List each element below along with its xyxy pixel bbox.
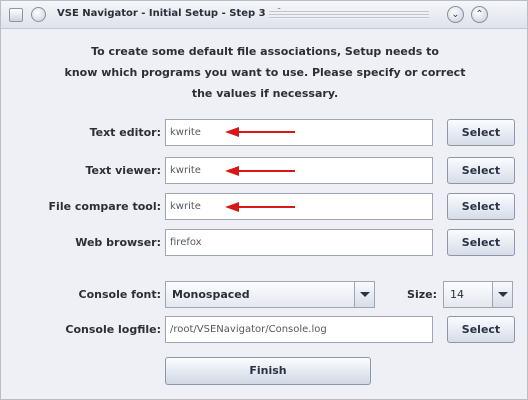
text-editor-select-button[interactable]: Select	[447, 119, 515, 146]
text-editor-label: Text editor:	[89, 126, 161, 139]
text-editor-field[interactable]	[165, 119, 433, 146]
file-compare-select-button[interactable]: Select	[447, 193, 515, 220]
annotation-arrow	[225, 166, 297, 176]
instructions-line: the values if necessary.	[191, 87, 339, 100]
instructions-text: To create some default file associations…	[41, 41, 489, 104]
instructions-line: know which programs you want to use. Ple…	[64, 66, 466, 79]
chevron-down-icon[interactable]	[492, 282, 512, 307]
console-logfile-label: Console logfile:	[65, 323, 161, 336]
console-font-value: Monospaced	[172, 288, 250, 301]
window-menu-icon[interactable]	[9, 8, 23, 22]
file-compare-field[interactable]	[165, 193, 433, 220]
console-font-label: Console font:	[78, 288, 161, 301]
annotation-arrow	[225, 127, 297, 137]
text-viewer-label: Text viewer:	[85, 164, 161, 177]
web-browser-select-button[interactable]: Select	[447, 229, 515, 256]
setup-dialog: VSE Navigator - Initial Setup - Step 3 o…	[0, 0, 528, 400]
annotation-arrow	[225, 202, 297, 212]
sticky-icon[interactable]	[31, 7, 46, 22]
finish-button[interactable]: Finish	[165, 357, 371, 385]
console-logfile-select-button[interactable]: Select	[447, 316, 515, 343]
instructions-line: To create some default file associations…	[91, 45, 439, 58]
file-compare-label: File compare tool:	[48, 200, 161, 213]
minimize-button[interactable]: ⌄	[447, 6, 464, 23]
console-logfile-field[interactable]	[165, 316, 433, 343]
font-size-select[interactable]: 14	[443, 281, 513, 308]
window-title: VSE Navigator - Initial Setup - Step 3 o…	[57, 8, 291, 19]
web-browser-label: Web browser:	[75, 236, 161, 249]
text-viewer-select-button[interactable]: Select	[447, 157, 515, 184]
font-size-value: 14	[450, 288, 464, 301]
maximize-button[interactable]: ⌃	[471, 6, 488, 23]
size-label: Size:	[407, 288, 437, 301]
title-bar-grip	[269, 9, 429, 19]
text-viewer-field[interactable]	[165, 157, 433, 184]
web-browser-field[interactable]	[165, 229, 433, 256]
title-bar[interactable]: VSE Navigator - Initial Setup - Step 3 o…	[1, 1, 527, 29]
